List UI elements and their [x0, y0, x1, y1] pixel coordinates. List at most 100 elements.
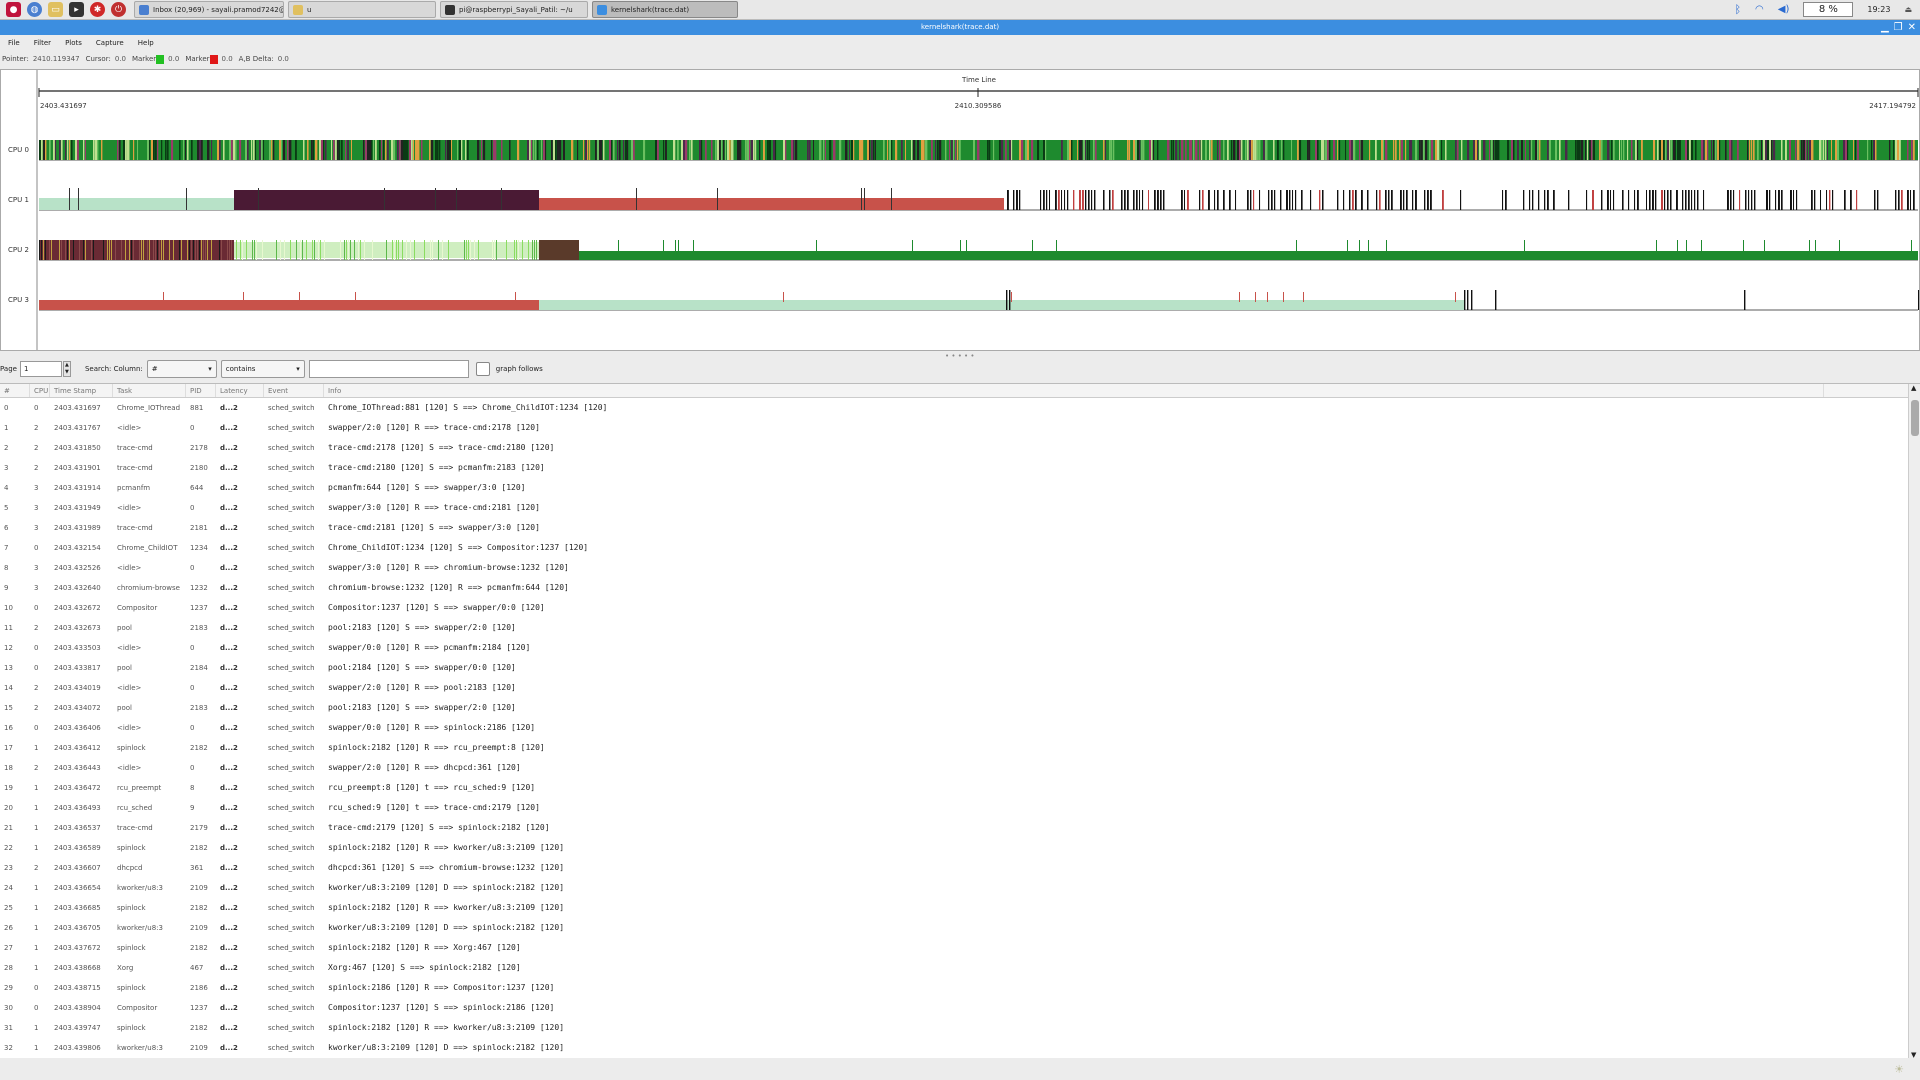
taskbar-task-button[interactable]: Inbox (20,969) - sayali.pramod7242@...	[134, 1, 284, 18]
graph-follows-checkbox[interactable]	[475, 362, 490, 376]
table-row[interactable]: 28 1 2403.438668 Xorg 467 d...2 sched_switch Xo…	[0, 958, 1920, 978]
cpu0-event-mark	[1489, 140, 1491, 160]
table-row[interactable]: 19 1 2403.436472 rcu_preempt 8 d...2 sched_swi…	[0, 778, 1920, 798]
table-row[interactable]: 23 2 2403.436607 dhcpcd 361 d...2 sched_switch…	[0, 858, 1920, 878]
cpu2-event-mark	[197, 240, 198, 260]
cpu0-event-mark	[1731, 140, 1733, 160]
column-header[interactable]: CPU	[30, 384, 50, 397]
table-row[interactable]: 9 3 2403.432640 chromium-browse 1232 d...2 sch…	[0, 578, 1920, 598]
volume-icon[interactable]: ◀)	[1778, 4, 1790, 15]
menu-filter[interactable]: Filter	[34, 39, 51, 47]
clock[interactable]: 19:23	[1867, 5, 1890, 14]
terminal-icon[interactable]: ▸	[69, 2, 84, 17]
menu-capture[interactable]: Capture	[96, 39, 124, 47]
cpu1-event-mark	[1019, 190, 1021, 210]
table-row[interactable]: 13 0 2403.433817 pool 2184 d...2 sched_switch p…	[0, 658, 1920, 678]
cpu1-event-mark	[1163, 190, 1165, 210]
cpu1-plot[interactable]	[39, 188, 1918, 211]
table-row[interactable]: 26 1 2403.436705 kworker/u8:3 2109 d...2 sched…	[0, 918, 1920, 938]
table-row[interactable]: 10 0 2403.432672 Compositor 1237 d...2 sched_s…	[0, 598, 1920, 618]
timeline-graph[interactable]: Time Line 2403.431697 2410.309586 2417.1…	[1, 70, 1919, 350]
table-row[interactable]: 25 1 2403.436685 spinlock 2182 d...2 sched_swi…	[0, 898, 1920, 918]
table-row[interactable]: 29 0 2403.438715 spinlock 2186 d...2 sched_swi…	[0, 978, 1920, 998]
search-input[interactable]	[308, 360, 469, 378]
column-header[interactable]: Latency	[216, 384, 264, 397]
scrollbar-thumb[interactable]	[1911, 400, 1919, 436]
wifi-icon[interactable]: ◠	[1755, 4, 1764, 15]
eject-icon[interactable]: ⏏	[1904, 5, 1912, 14]
table-row[interactable]: 12 0 2403.433503 <idle> 0 d...2 sched_switch sw…	[0, 638, 1920, 658]
file-manager-icon[interactable]: ▭	[48, 2, 63, 17]
table-row[interactable]: 6 3 2403.431989 trace-cmd 2181 d...2 sched_swi…	[0, 518, 1920, 538]
cpu3-plot[interactable]	[39, 290, 1919, 311]
taskbar-task-button[interactable]: pi@raspberrypi_Sayali_Patil: ~/u	[440, 1, 588, 18]
column-header[interactable]: PID	[186, 384, 216, 397]
cpu2-event-mark	[350, 240, 351, 260]
marker-b-button[interactable]	[209, 54, 218, 64]
column-header[interactable]: #	[0, 384, 30, 397]
table-row[interactable]: 22 1 2403.436589 spinlock 2182 d...2 sched_swi…	[0, 838, 1920, 858]
cpu0-event-mark	[1591, 140, 1593, 160]
table-row[interactable]: 11 2 2403.432673 pool 2183 d...2 sched_switch p…	[0, 618, 1920, 638]
table-row[interactable]: 31 1 2403.439747 spinlock 2182 d...2 sched_swi…	[0, 1018, 1920, 1038]
page-spinner[interactable]: ▲ ▼	[62, 361, 71, 377]
table-row[interactable]: 2 2 2403.431850 trace-cmd 2178 d...2 sched_swi…	[0, 438, 1920, 458]
cpu1-event-mark	[1685, 190, 1687, 210]
menu-plots[interactable]: Plots	[65, 39, 82, 47]
match-mode-select[interactable]: contains ▾	[220, 360, 305, 378]
settings-gear-icon[interactable]: ✱	[90, 2, 105, 17]
raspberry-menu-icon[interactable]: ●	[6, 2, 21, 17]
browser-icon[interactable]: ◍	[27, 2, 42, 17]
table-row[interactable]: 20 1 2403.436493 rcu_sched 9 d...2 sched_switc…	[0, 798, 1920, 818]
lightbulb-icon[interactable]: ☀	[1894, 1063, 1904, 1076]
minimize-icon[interactable]: ▁	[1881, 20, 1889, 35]
menu-file[interactable]: File	[8, 39, 20, 47]
column-header[interactable]: Time Stamp	[50, 384, 113, 397]
cpu2-plot[interactable]	[39, 240, 1918, 261]
cpu2-event-mark	[219, 240, 220, 260]
table-row[interactable]: 18 2 2403.436443 <idle> 0 d...2 sched_switch sw…	[0, 758, 1920, 778]
cpu0-event-mark	[925, 140, 928, 160]
table-row[interactable]: 7 0 2403.432154 Chrome_ChildIOT 1234 d...2 sch…	[0, 538, 1920, 558]
table-row[interactable]: 5 3 2403.431949 <idle> 0 d...2 sched_switch swa…	[0, 498, 1920, 518]
close-icon[interactable]: ✕	[1908, 20, 1916, 35]
cpu0-plot[interactable]	[39, 140, 1918, 161]
page-input[interactable]: 1	[19, 361, 62, 377]
column-header[interactable]: Task	[113, 384, 186, 397]
timeline-graph-panel[interactable]: Time Line 2403.431697 2410.309586 2417.1…	[0, 69, 1920, 351]
marker-a-button[interactable]	[156, 54, 165, 64]
column-select[interactable]: # ▾	[146, 360, 217, 378]
table-row[interactable]: 0 0 2403.431697 Chrome_IOThread 881 d...2 sche…	[0, 398, 1920, 418]
table-row[interactable]: 15 2 2403.434072 pool 2183 d...2 sched_switch p…	[0, 698, 1920, 718]
taskbar-task-button[interactable]: u	[288, 1, 436, 18]
column-header[interactable]: Event	[264, 384, 324, 397]
shutdown-icon[interactable]: ⏻	[111, 2, 126, 17]
table-row[interactable]: 8 3 2403.432526 <idle> 0 d...2 sched_switch swa…	[0, 558, 1920, 578]
cpu1-event-mark	[1061, 190, 1063, 210]
table-scrollbar[interactable]: ▲ ▼	[1908, 384, 1920, 1058]
cpu0-event-mark	[1401, 140, 1403, 160]
column-header[interactable]: Info	[324, 384, 1824, 397]
bluetooth-icon[interactable]: ᛒ	[1734, 3, 1741, 16]
taskbar-task-button[interactable]: kernelshark(trace.dat)	[592, 1, 738, 18]
table-row[interactable]: 1 2 2403.431767 <idle> 0 d...2 sched_switch swa…	[0, 418, 1920, 438]
maximize-icon[interactable]: ❐	[1894, 20, 1903, 35]
table-row[interactable]: 17 1 2403.436412 spinlock 2182 d...2 sched_swi…	[0, 738, 1920, 758]
scroll-up-icon[interactable]: ▲	[1911, 384, 1916, 392]
menu-help[interactable]: Help	[138, 39, 154, 47]
table-row[interactable]: 14 2 2403.434019 <idle> 0 d...2 sched_switch sw…	[0, 678, 1920, 698]
cpu1-event-mark	[1376, 190, 1378, 210]
cpu1-event-mark	[1301, 190, 1303, 210]
table-row[interactable]: 24 1 2403.436654 kworker/u8:3 2109 d...2 sched…	[0, 878, 1920, 898]
table-row[interactable]: 30 0 2403.438904 Compositor 1237 d...2 sched_s…	[0, 998, 1920, 1018]
table-row[interactable]: 4 3 2403.431914 pcmanfm 644 d...2 sched_switch…	[0, 478, 1920, 498]
table-row[interactable]: 3 2 2403.431901 trace-cmd 2180 d...2 sched_swi…	[0, 458, 1920, 478]
table-row[interactable]: 16 0 2403.436406 <idle> 0 d...2 sched_switch sw…	[0, 718, 1920, 738]
cpu1-event-mark	[1814, 190, 1816, 210]
table-row[interactable]: 21 1 2403.436537 trace-cmd 2179 d...2 sched_sw…	[0, 818, 1920, 838]
cpu1-event-mark	[1064, 190, 1066, 210]
table-row[interactable]: 27 1 2403.437672 spinlock 2182 d...2 sched_swi…	[0, 938, 1920, 958]
table-row[interactable]: 32 1 2403.439806 kworker/u8:3 2109 d...2 sched…	[0, 1038, 1920, 1058]
cpu2-event-mark	[430, 240, 431, 260]
scroll-down-icon[interactable]: ▼	[1911, 1051, 1916, 1058]
